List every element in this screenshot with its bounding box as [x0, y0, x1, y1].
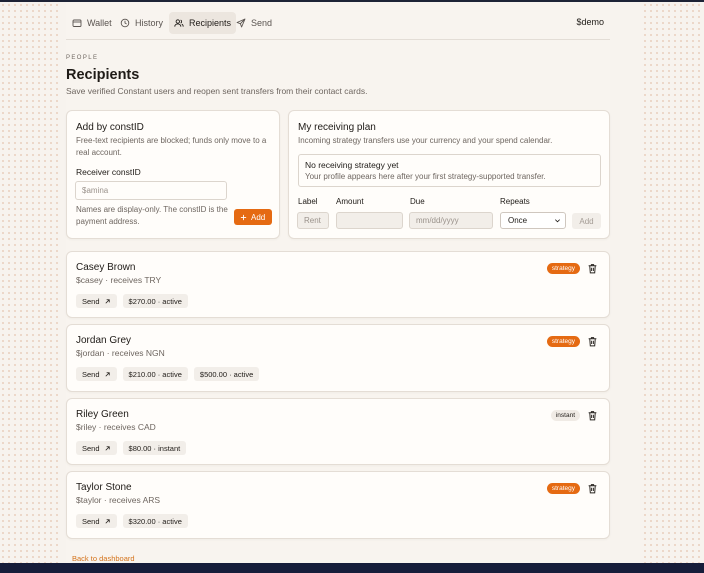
empty-strategy-description: Your profile appears here after your fir… [305, 172, 546, 181]
receiver-constid-input[interactable] [75, 181, 227, 200]
recipient-detail: $casey · receives TRY [76, 275, 162, 285]
plan-repeats-value: Once [508, 216, 528, 225]
recipient-chips: Send $80.00 · instant [76, 441, 187, 455]
receiving-plan-card: My receiving plan Incoming strategy tran… [288, 110, 610, 239]
trash-icon[interactable] [587, 410, 598, 421]
recipient-card-taylor: Taylor Stone $taylor · receives ARS stra… [66, 471, 610, 539]
status-badge: instant [550, 410, 580, 421]
recipient-card-jordan: Jordan Grey $jordan · receives NGN strat… [66, 324, 610, 392]
page-title: Recipients [66, 67, 140, 83]
trash-icon[interactable] [587, 263, 598, 274]
add-recipient-button[interactable]: Add [234, 209, 272, 225]
plan-repeats-label: Repeats [500, 197, 530, 206]
trash-icon[interactable] [587, 336, 598, 347]
transfer-chip[interactable]: $210.00 · active [122, 367, 188, 381]
send-label: Send [82, 369, 100, 379]
status-badge: strategy [546, 263, 580, 274]
users-icon [174, 19, 184, 27]
recipient-chips: Send $270.00 · active [76, 294, 188, 308]
nav-send[interactable]: Send [231, 12, 277, 34]
send-to-recipient-button[interactable]: Send [76, 514, 117, 528]
send-label: Send [82, 516, 100, 526]
arrow-up-right-icon [105, 518, 110, 524]
page-subtitle: Save verified Constant users and reopen … [66, 86, 368, 96]
status-badge: strategy [546, 483, 580, 494]
plan-label-label: Label [298, 197, 318, 206]
add-card-title: Add by constID [76, 122, 144, 133]
add-card-description: Free-text recipients are blocked; funds … [76, 136, 267, 157]
section-kicker: PEOPLE [66, 55, 99, 61]
transfer-chip[interactable]: $500.00 · active [193, 367, 260, 381]
transfer-chip[interactable]: $80.00 · instant [122, 441, 187, 455]
dot-pattern-left [0, 2, 62, 563]
recipient-name: Jordan Grey [76, 335, 132, 346]
nav-wallet-label: Wallet [87, 18, 112, 28]
dot-pattern-right [642, 2, 704, 563]
recipient-detail: $jordan · receives NGN [76, 348, 165, 358]
recipient-detail: $riley · receives CAD [76, 422, 156, 432]
nav-history-label: History [135, 18, 164, 28]
arrow-up-right-icon [105, 445, 110, 451]
plan-due-label: Due [410, 197, 425, 206]
plan-repeats-select[interactable]: Once [500, 212, 566, 229]
nav-send-label: Send [251, 18, 273, 28]
chevron-down-icon [555, 219, 560, 223]
plan-amount-input[interactable] [336, 212, 403, 229]
recipient-chips: Send $320.00 · active [76, 514, 188, 528]
send-to-recipient-button[interactable]: Send [76, 441, 117, 455]
wallet-icon [72, 19, 82, 27]
recipient-chips: Send $210.00 · active $500.00 · active [76, 367, 260, 381]
plus-icon [240, 214, 247, 220]
send-label: Send [82, 443, 100, 453]
send-to-recipient-button[interactable]: Send [76, 294, 117, 308]
account-handle[interactable]: $demo [576, 17, 604, 27]
recipient-detail: $taylor · receives ARS [76, 495, 161, 505]
plan-label-input[interactable] [297, 212, 329, 229]
empty-strategy-box: No receiving strategy yet Your profile a… [298, 154, 601, 187]
recipient-name: Riley Green [76, 409, 129, 420]
receiver-constid-label: Receiver constID [76, 167, 141, 177]
transfer-chip[interactable]: $270.00 · active [122, 294, 188, 308]
plan-amount-label: Amount [336, 197, 364, 206]
add-by-constid-card: Add by constID Free-text recipients are … [66, 110, 280, 239]
plan-add-button[interactable]: Add [572, 213, 601, 229]
send-icon [236, 18, 246, 28]
recipient-name: Taylor Stone [76, 482, 132, 493]
arrow-up-right-icon [105, 371, 110, 377]
top-nav: Wallet History Recipients Send $demo [66, 12, 610, 36]
page: Wallet History Recipients Send $demo PEO… [66, 2, 610, 563]
plan-card-description: Incoming strategy transfers use your cur… [298, 136, 553, 145]
nav-recipients[interactable]: Recipients [169, 12, 237, 34]
status-badge: strategy [546, 336, 580, 347]
transfer-chip[interactable]: $320.00 · active [122, 514, 188, 528]
nav-history[interactable]: History [115, 12, 168, 34]
arrow-up-right-icon [105, 298, 110, 304]
history-icon [120, 18, 130, 28]
back-to-dashboard-link[interactable]: Back to dashboard [72, 554, 135, 563]
recipient-card-riley: Riley Green $riley · receives CAD instan… [66, 398, 610, 465]
nav-recipients-label: Recipients [189, 18, 232, 28]
recipient-card-casey: Casey Brown $casey · receives TRY strate… [66, 251, 610, 318]
trash-icon[interactable] [587, 483, 598, 494]
bottom-edge [0, 563, 704, 573]
recipient-name: Casey Brown [76, 262, 136, 273]
plan-due-input[interactable] [409, 212, 493, 229]
add-card-note: Names are display-only. The constID is t… [76, 205, 228, 226]
plan-card-title: My receiving plan [298, 122, 376, 133]
add-recipient-label: Add [251, 212, 266, 222]
send-to-recipient-button[interactable]: Send [76, 367, 117, 381]
empty-strategy-title: No receiving strategy yet [305, 160, 399, 170]
nav-wallet[interactable]: Wallet [67, 12, 117, 34]
nav-divider [66, 39, 610, 40]
send-label: Send [82, 296, 100, 306]
